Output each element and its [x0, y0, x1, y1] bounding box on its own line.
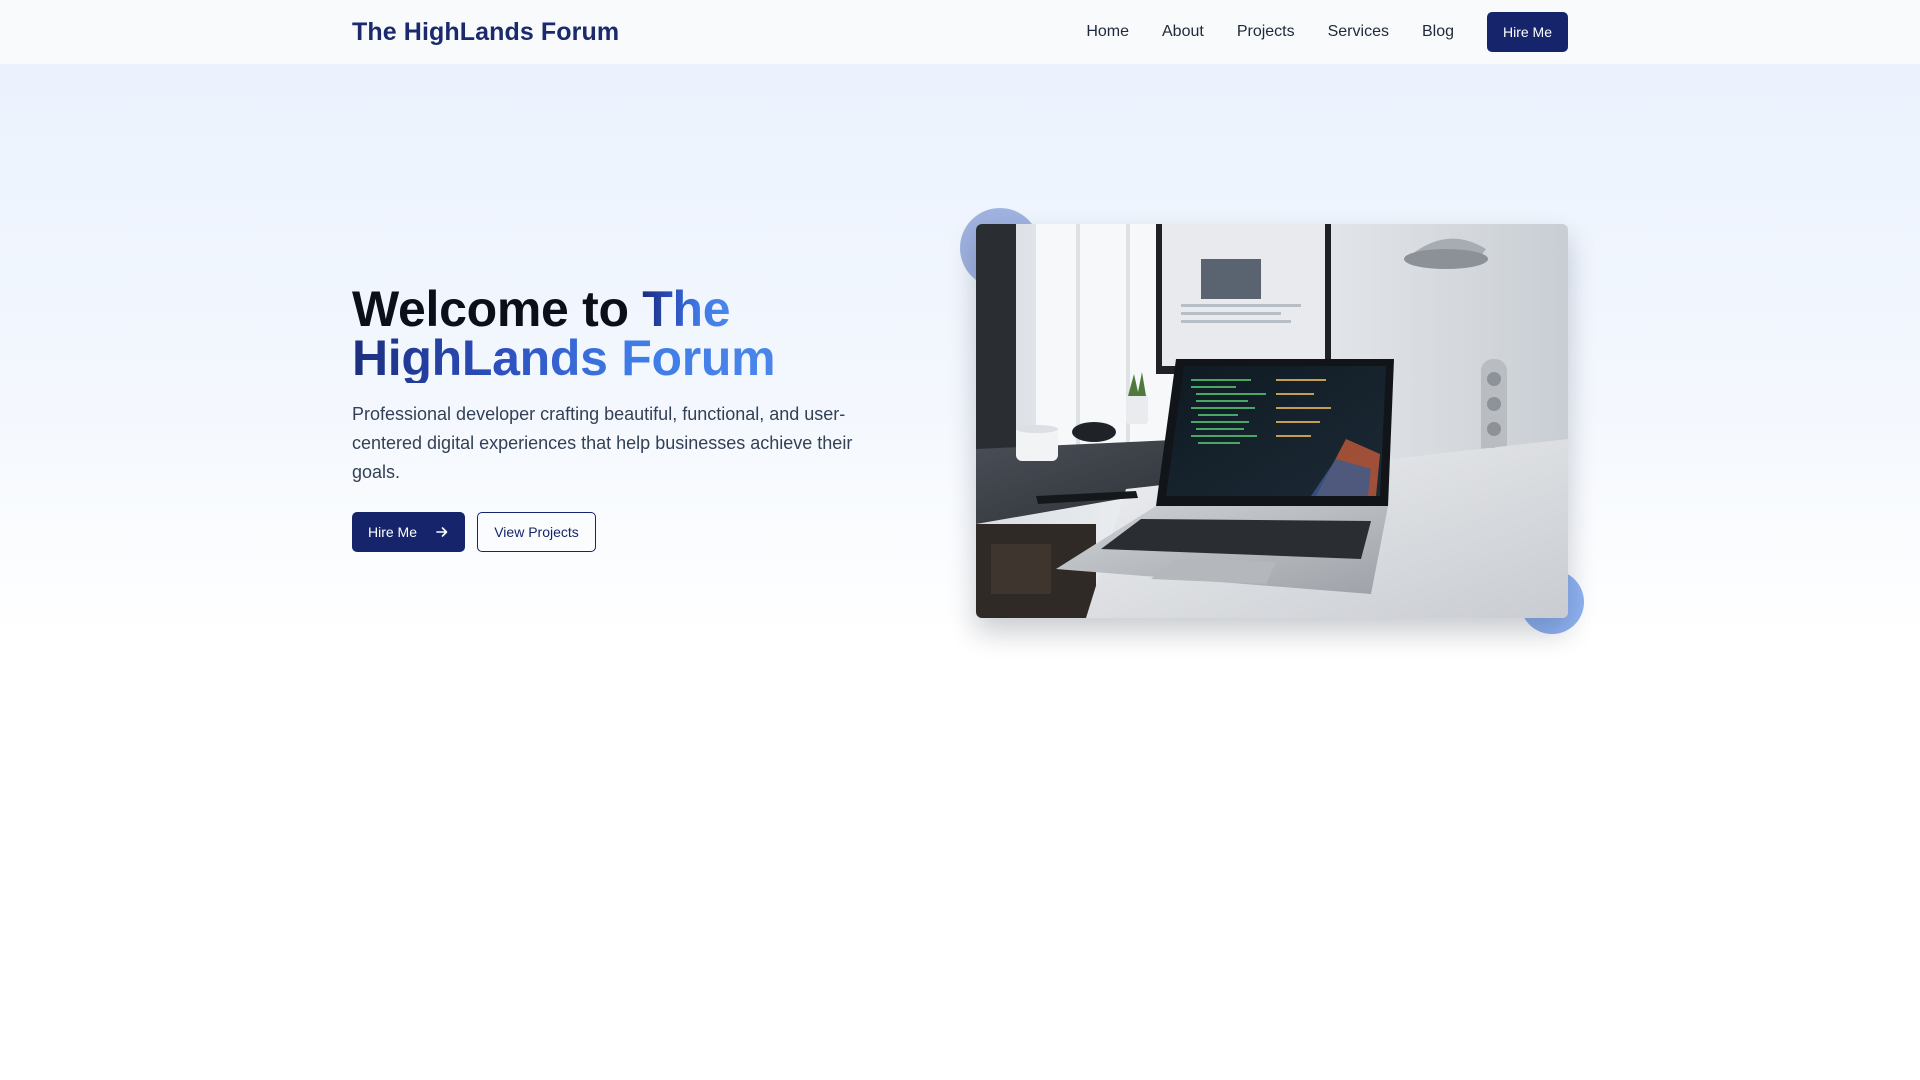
hero-description: Professional developer crafting beautifu…: [352, 404, 853, 482]
hero-title-prefix: Welcome to: [352, 281, 643, 337]
hero-title-accent-2: HighLands Forum: [352, 330, 776, 386]
hero-title-accent-1: The: [642, 281, 731, 337]
nav-link-home[interactable]: Home: [1086, 23, 1129, 41]
header-inner: The HighLands Forum Home About Projects …: [352, 0, 1568, 64]
hero-section: [0, 64, 1920, 639]
arrow-right-icon: [435, 525, 449, 539]
nav-link-about[interactable]: About: [1162, 23, 1204, 41]
hero-hire-me-button[interactable]: Hire Me: [352, 512, 465, 552]
site-logo[interactable]: The HighLands Forum: [352, 18, 619, 47]
header-hire-me-button[interactable]: Hire Me: [1487, 12, 1568, 52]
laptop-on-desk-photo: [976, 224, 1568, 618]
hero-title: Welcome to The HighLands Forum: [352, 284, 776, 386]
nav-link-services[interactable]: Services: [1328, 23, 1389, 41]
view-projects-button[interactable]: View Projects: [477, 512, 596, 552]
nav-link-blog[interactable]: Blog: [1422, 23, 1454, 41]
main-nav: Home About Projects Services Blog Hire M…: [1086, 12, 1568, 52]
site-header: The HighLands Forum Home About Projects …: [0, 0, 1920, 64]
hero-hire-me-label: Hire Me: [367, 524, 417, 540]
nav-link-projects[interactable]: Projects: [1237, 23, 1295, 41]
